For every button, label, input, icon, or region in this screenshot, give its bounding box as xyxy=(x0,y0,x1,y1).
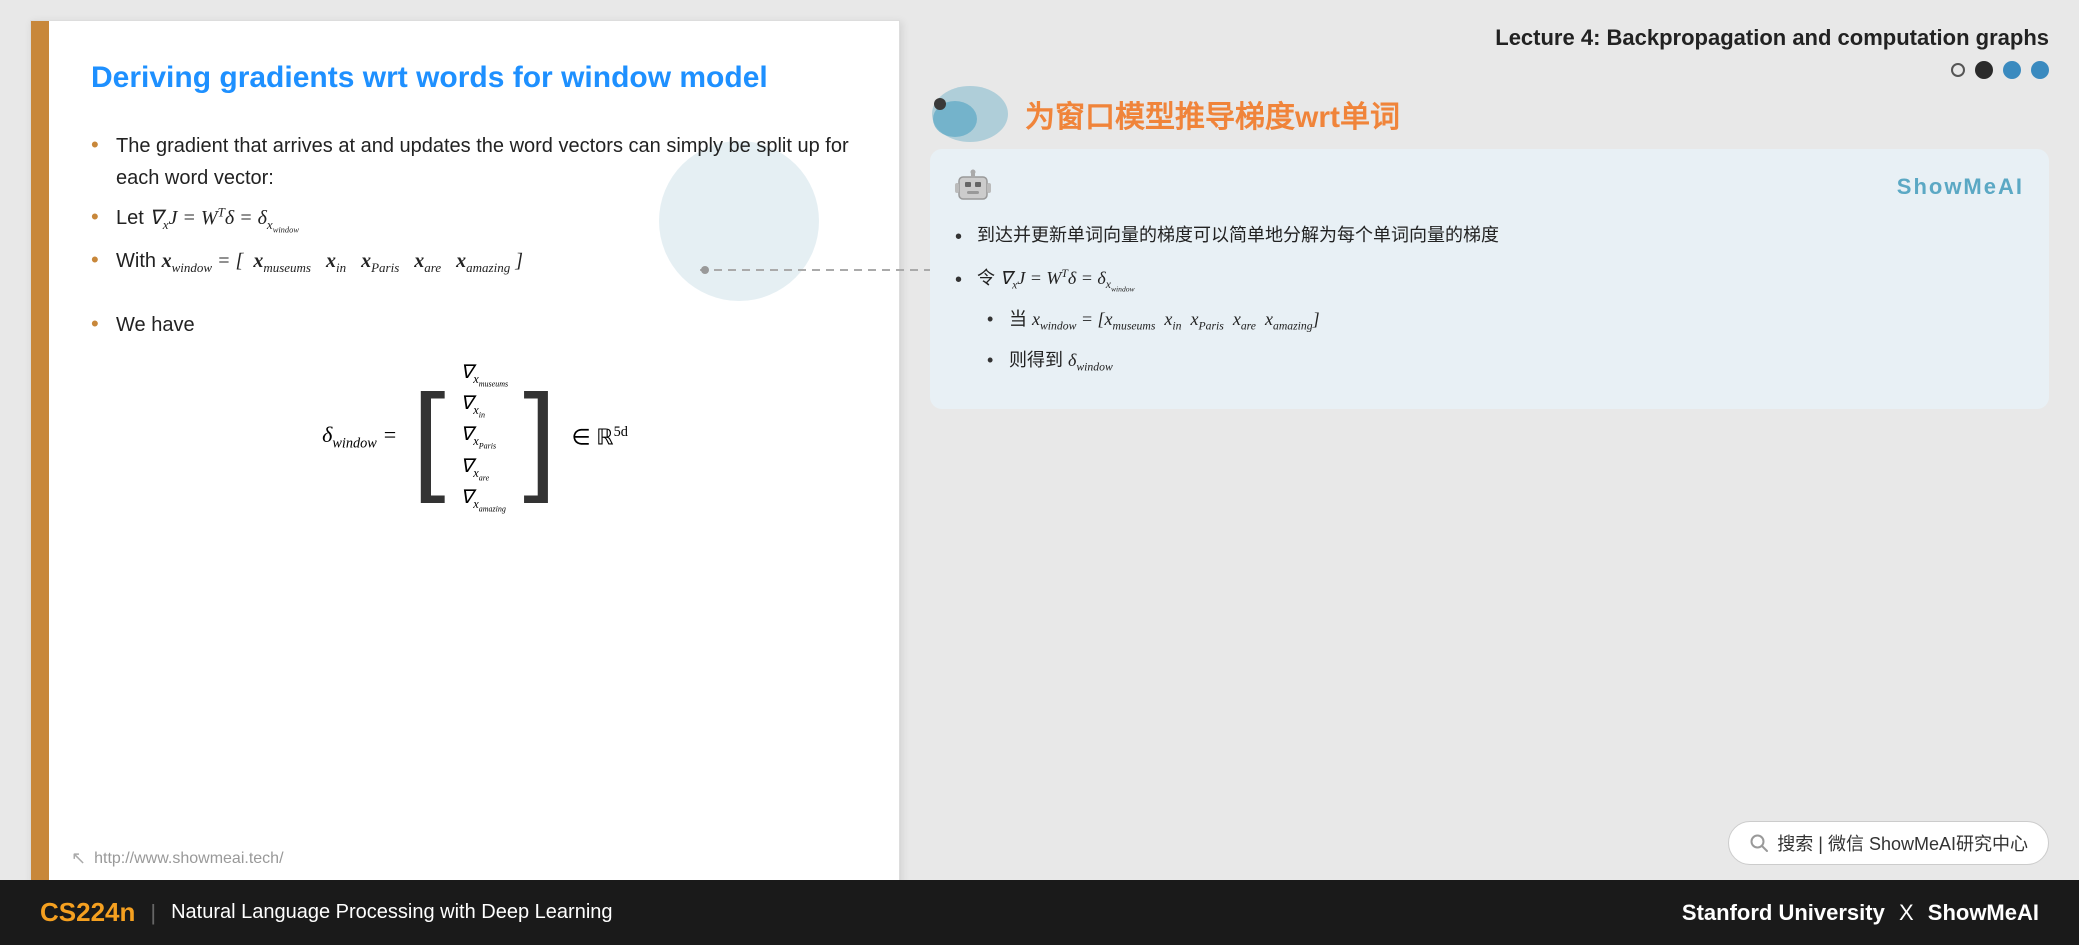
matrix-equation: δwindow = [ ∇xmuseums ∇xin ∇xParis ∇xare… xyxy=(91,361,859,513)
search-bar[interactable]: 搜索 | 微信 ShowMeAI研究中心 xyxy=(1728,821,2049,865)
chinese-panel-title: 为窗口模型推导梯度wrt单词 xyxy=(1025,92,1400,136)
matrix-items: ∇xmuseums ∇xin ∇xParis ∇xare ∇xamazing xyxy=(461,361,509,513)
search-text: 搜索 | 微信 ShowMeAI研究中心 xyxy=(1777,830,2028,856)
footer-url: http://www.showmeai.tech/ xyxy=(94,850,283,868)
showmeai-card-header: ShowMeAI xyxy=(955,169,2024,205)
showmeai-brand: ShowMeAI xyxy=(1897,174,2024,200)
showmeai-footer-text: ShowMeAI xyxy=(1928,900,2039,925)
course-code: CS224n xyxy=(40,897,135,928)
robot-icon xyxy=(955,169,991,205)
showmeai-card: ShowMeAI 到达并更新单词向量的梯度可以简单地分解为每个单词向量的梯度 令… xyxy=(930,149,2049,409)
right-panel: Lecture 4: Backpropagation and computati… xyxy=(900,0,2079,945)
card-sub-list: 当 xwindow = [xmuseums xin xParis xare xa… xyxy=(987,304,2024,377)
matrix-row-4: ∇xare xyxy=(461,455,509,482)
matrix-row-3: ∇xParis xyxy=(461,423,509,450)
belongs-to: ∈ ℝ5d xyxy=(571,424,627,450)
dot-blue xyxy=(2003,61,2021,79)
card-bullet-2: 令 ∇xJ = WTδ = δxwindow 当 xwindow = [xmus… xyxy=(955,263,2024,378)
matrix-row-1: ∇xmuseums xyxy=(461,361,509,388)
connector-line xyxy=(700,220,950,320)
card-bullet-list: 到达并更新单词向量的梯度可以简单地分解为每个单词向量的梯度 令 ∇xJ = WT… xyxy=(955,220,2024,377)
bottom-right: Stanford University X ShowMeAI xyxy=(1682,900,2039,926)
slide-orange-bar xyxy=(31,21,49,889)
card-bullet-1: 到达并更新单词向量的梯度可以简单地分解为每个单词向量的梯度 xyxy=(955,220,2024,251)
dots-row xyxy=(930,61,2049,79)
bottom-bar: CS224n | Natural Language Processing wit… xyxy=(0,880,2079,945)
matrix-row-2: ∇xin xyxy=(461,392,509,419)
chinese-header-row: 为窗口模型推导梯度wrt单词 xyxy=(930,84,2049,144)
search-icon xyxy=(1749,833,1769,853)
bottom-left: CS224n | Natural Language Processing wit… xyxy=(40,897,613,928)
bottom-divider: | xyxy=(150,900,156,926)
left-slide-panel: Deriving gradients wrt words for window … xyxy=(30,20,900,890)
slide-title: Deriving gradients wrt words for window … xyxy=(91,61,859,95)
wave-logo-icon xyxy=(930,84,1010,144)
x-symbol: X xyxy=(1899,900,1914,925)
main-container: Deriving gradients wrt words for window … xyxy=(0,0,2079,945)
stanford-text: Stanford University xyxy=(1682,900,1885,925)
card-sub-item-2: 则得到 δwindow xyxy=(987,345,2024,377)
slide-footer: ↖ http://www.showmeai.tech/ xyxy=(71,848,284,869)
dot-blue-2 xyxy=(2031,61,2049,79)
dot-outline xyxy=(1951,63,1965,77)
bullet-item-1: The gradient that arrives at and updates… xyxy=(91,130,859,194)
matrix-row-5: ∇xamazing xyxy=(461,486,509,513)
course-name: Natural Language Processing with Deep Le… xyxy=(171,901,612,924)
dot-dark-1 xyxy=(1975,61,1993,79)
card-sub-item-1: 当 xwindow = [xmuseums xin xParis xare xa… xyxy=(987,304,2024,336)
bracket-left: [ xyxy=(412,377,445,497)
delta-lhs: δwindow = xyxy=(322,422,397,452)
cursor-icon: ↖ xyxy=(71,848,86,869)
bracket-right: ] xyxy=(523,377,556,497)
